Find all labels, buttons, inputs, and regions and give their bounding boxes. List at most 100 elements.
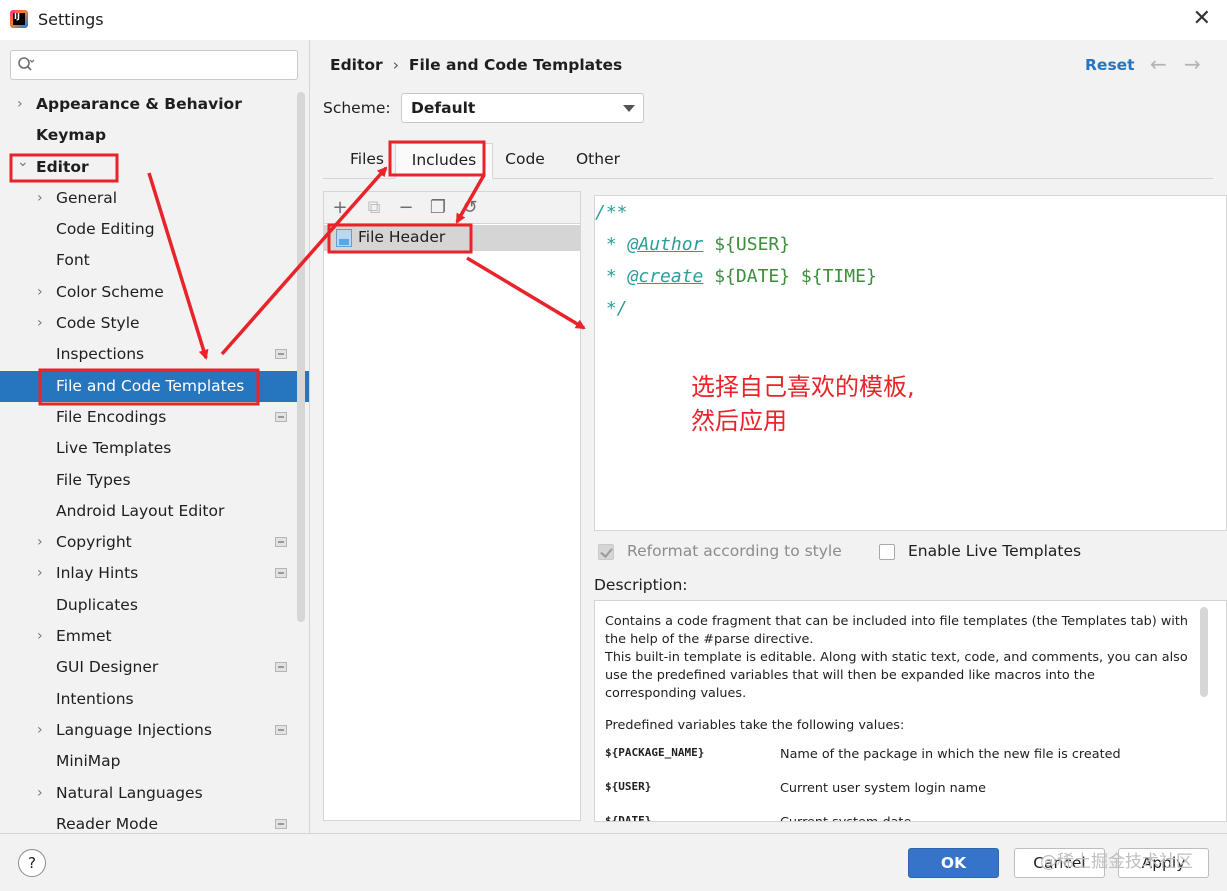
chevron-right-icon[interactable]: › bbox=[37, 183, 43, 214]
scheme-dropdown[interactable]: Default bbox=[401, 93, 644, 123]
breadcrumb: Editor › File and Code Templates bbox=[330, 56, 622, 74]
sidebar-item-label: File Encodings bbox=[56, 407, 167, 426]
sidebar-item-label: Keymap bbox=[36, 126, 107, 145]
checkbox-checked[interactable] bbox=[598, 544, 614, 560]
variable-desc: Current system date bbox=[780, 814, 911, 821]
sidebar-item-label: Reader Mode bbox=[56, 814, 159, 833]
code-line: /** bbox=[595, 202, 628, 223]
chevron-right-icon[interactable]: › bbox=[37, 308, 43, 339]
sidebar-item-reader-mode[interactable]: Reader Mode bbox=[0, 809, 296, 833]
sidebar-item-label: MiniMap bbox=[56, 752, 121, 771]
sidebar-item-gui-designer[interactable]: GUI Designer bbox=[0, 652, 296, 683]
forward-arrow-icon[interactable]: → bbox=[1184, 52, 1201, 76]
variable-desc: Current user system login name bbox=[780, 781, 986, 796]
annotation-text: 选择自己喜欢的模板, 然后应用 bbox=[691, 370, 915, 438]
description-scrollbar[interactable] bbox=[1200, 607, 1208, 697]
sidebar-item-font[interactable]: Font bbox=[0, 245, 296, 276]
sidebar-item-duplicates[interactable]: Duplicates bbox=[0, 590, 296, 621]
project-scope-icon bbox=[275, 724, 287, 735]
sidebar-item-inspections[interactable]: Inspections bbox=[0, 339, 296, 370]
remove-icon[interactable]: − bbox=[396, 198, 416, 218]
sidebar-item-label: GUI Designer bbox=[56, 658, 159, 677]
chevron-right-icon[interactable]: › bbox=[37, 277, 43, 308]
project-scope-icon bbox=[275, 568, 287, 579]
scheme-value: Default bbox=[411, 99, 476, 117]
settings-tree: › Appearance & Behavior Keymap ⌄ Editor › Gene… bbox=[0, 89, 309, 833]
sidebar-item-general[interactable]: › General bbox=[0, 183, 296, 214]
template-list: + ⧉ − ❐ ↺ File Header bbox=[323, 191, 581, 821]
project-scope-icon bbox=[275, 818, 287, 829]
add-icon[interactable]: + bbox=[330, 198, 350, 218]
sidebar-item-editor[interactable]: ⌄ Editor bbox=[0, 152, 296, 183]
copy-icon[interactable]: ⧉ bbox=[364, 198, 384, 218]
project-scope-icon bbox=[275, 662, 287, 673]
list-item[interactable]: File Header bbox=[324, 225, 580, 251]
list-item-label: File Header bbox=[358, 228, 446, 246]
sidebar-item-emmet[interactable]: › Emmet bbox=[0, 621, 296, 652]
code-tag: @create bbox=[627, 266, 704, 287]
sidebar-item-file-encodings[interactable]: File Encodings bbox=[0, 402, 296, 433]
sidebar-item-label: Inspections bbox=[56, 345, 145, 364]
tab-includes[interactable]: Includes bbox=[395, 143, 493, 179]
search-icon[interactable] bbox=[17, 56, 35, 74]
code-star: * bbox=[595, 234, 628, 255]
project-scope-icon bbox=[275, 411, 287, 422]
code-variable: ${DATE} bbox=[714, 266, 791, 287]
code-line: */ bbox=[595, 298, 628, 319]
sidebar-item-label: Code Editing bbox=[56, 220, 155, 239]
chevron-right-icon[interactable]: › bbox=[37, 715, 43, 746]
sidebar-item-language-injections[interactable]: › Language Injections bbox=[0, 715, 296, 746]
sidebar-item-live-templates[interactable]: Live Templates bbox=[0, 433, 296, 464]
scheme-label: Scheme: bbox=[323, 99, 391, 117]
sidebar-item-code-editing[interactable]: Code Editing bbox=[0, 214, 296, 245]
sidebar-item-color-scheme[interactable]: › Color Scheme bbox=[0, 277, 296, 308]
close-icon[interactable]: ✕ bbox=[1193, 6, 1211, 31]
sidebar-item-appearance-behavior[interactable]: › Appearance & Behavior bbox=[0, 89, 296, 120]
sidebar-scrollbar[interactable] bbox=[297, 92, 305, 622]
tab-files[interactable]: Files bbox=[338, 143, 396, 179]
sidebar-item-label: Inlay Hints bbox=[56, 564, 139, 583]
chevron-right-icon[interactable]: › bbox=[17, 89, 23, 120]
duplicate-icon[interactable]: ❐ bbox=[428, 198, 448, 218]
sidebar-item-intentions[interactable]: Intentions bbox=[0, 684, 296, 715]
sidebar-item-label: Android Layout Editor bbox=[56, 501, 225, 520]
sidebar-item-android-layout-editor[interactable]: Android Layout Editor bbox=[0, 496, 296, 527]
help-button[interactable]: ? bbox=[18, 849, 46, 877]
sidebar-item-label: Copyright bbox=[56, 533, 132, 552]
sidebar-item-copyright[interactable]: › Copyright bbox=[0, 527, 296, 558]
sidebar-item-natural-languages[interactable]: › Natural Languages bbox=[0, 778, 296, 809]
reset-icon[interactable]: ↺ bbox=[460, 198, 480, 218]
chevron-right-icon[interactable]: › bbox=[37, 558, 43, 589]
settings-search-box[interactable] bbox=[10, 50, 298, 80]
breadcrumb-page: File and Code Templates bbox=[408, 56, 623, 74]
sidebar-item-file-types[interactable]: File Types bbox=[0, 465, 296, 496]
sidebar-item-minimap[interactable]: MiniMap bbox=[0, 746, 296, 777]
code-line: * @create ${DATE} ${TIME} bbox=[595, 266, 877, 287]
breadcrumb-separator: › bbox=[392, 56, 399, 74]
chevron-right-icon[interactable]: › bbox=[37, 778, 43, 809]
chevron-right-icon[interactable]: › bbox=[37, 621, 43, 652]
variable-name: ${DATE} bbox=[605, 814, 652, 822]
tab-other[interactable]: Other bbox=[568, 143, 628, 179]
chevron-down-icon[interactable]: ⌄ bbox=[17, 147, 29, 178]
sidebar-item-label: File Types bbox=[56, 470, 131, 489]
settings-sidebar: › Appearance & Behavior Keymap ⌄ Editor › Gene… bbox=[0, 40, 310, 833]
variable-name: ${PACKAGE_NAME} bbox=[605, 746, 705, 759]
description-para: This built-in template is editable. Alon… bbox=[605, 650, 1188, 701]
template-editor[interactable]: /** * @Author ${USER} * @create ${DATE} … bbox=[594, 195, 1227, 531]
reset-link[interactable]: Reset bbox=[1085, 56, 1135, 74]
sidebar-item-file-and-code-templates[interactable]: File and Code Templates bbox=[0, 370, 309, 402]
sidebar-item-keymap[interactable]: Keymap bbox=[0, 120, 296, 151]
variable-name: ${USER} bbox=[605, 780, 652, 793]
sidebar-item-code-style[interactable]: › Code Style bbox=[0, 308, 296, 339]
annotation-line: 选择自己喜欢的模板, bbox=[691, 373, 915, 401]
chevron-right-icon[interactable]: › bbox=[37, 527, 43, 558]
sidebar-item-inlay-hints[interactable]: › Inlay Hints bbox=[0, 558, 296, 589]
chevron-down-icon bbox=[623, 105, 635, 112]
back-arrow-icon[interactable]: ← bbox=[1150, 52, 1167, 76]
tab-code[interactable]: Code bbox=[495, 143, 555, 179]
ok-button[interactable]: OK bbox=[908, 848, 999, 878]
search-input[interactable] bbox=[41, 55, 291, 75]
sidebar-item-label: File and Code Templates bbox=[56, 376, 245, 395]
checkbox-unchecked[interactable] bbox=[879, 544, 895, 560]
